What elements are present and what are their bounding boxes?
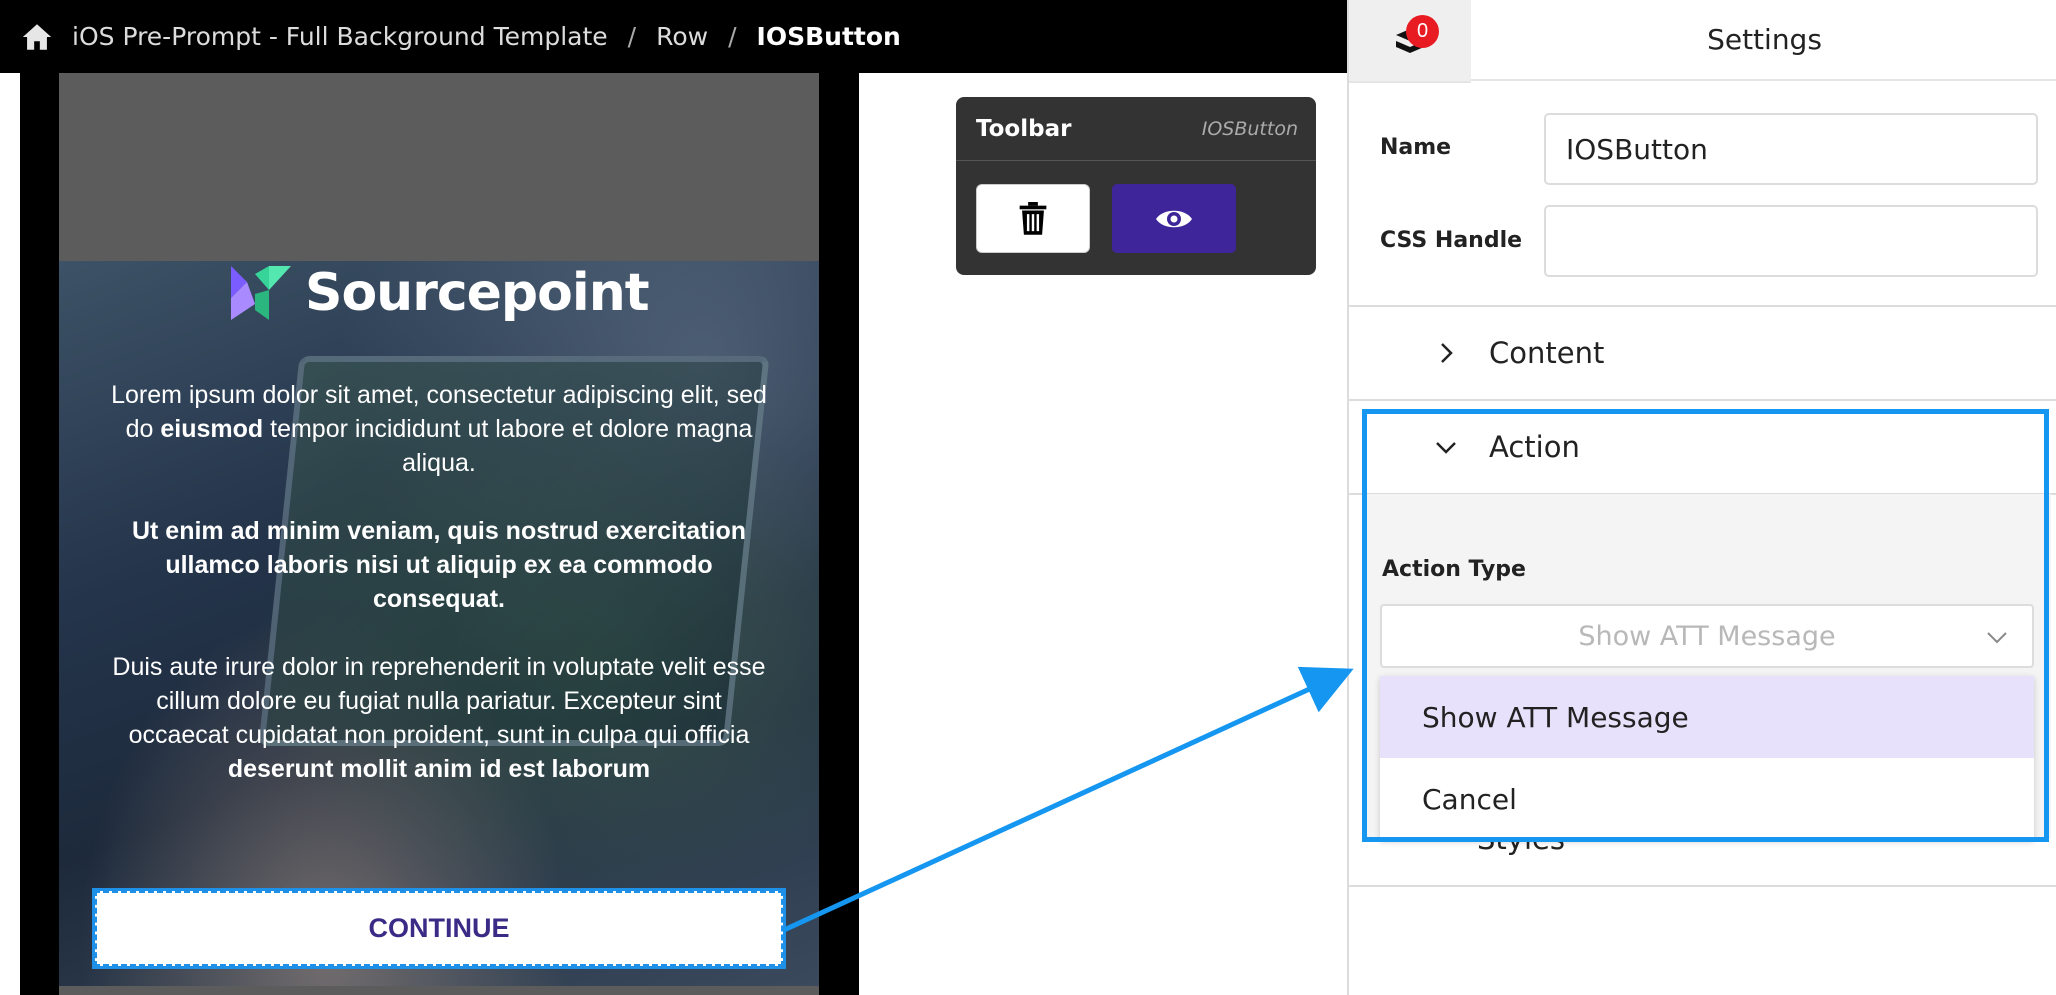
delete-button[interactable] (976, 184, 1090, 253)
breadcrumb-item-template[interactable]: iOS Pre-Prompt - Full Background Templat… (72, 22, 608, 51)
name-label: Name (1380, 135, 1452, 160)
body-paragraph-3: Duis aute irure dolor in reprehenderit i… (109, 650, 769, 786)
section-content-label: Content (1489, 336, 1605, 370)
section-action-label: Action (1489, 430, 1580, 464)
home-icon[interactable] (20, 20, 54, 54)
eye-icon (1156, 210, 1192, 227)
paragraph-1-text-end: tempor incididunt ut labore et dolore ma… (263, 415, 753, 477)
css-handle-label: CSS Handle (1380, 228, 1523, 253)
toolbar-title: Toolbar (976, 115, 1072, 142)
panel-title: Settings (1471, 0, 2056, 81)
chevron-right-icon (1431, 338, 1461, 368)
element-toolbar: Toolbar IOSButton (956, 97, 1316, 275)
paragraph-3-text: Duis aute irure dolor in reprehenderit i… (112, 653, 766, 749)
toolbar-selected-element: IOSButton (1201, 117, 1298, 140)
preview-button[interactable] (1112, 184, 1236, 253)
tab-divider (1349, 81, 1471, 83)
toolbar-header: Toolbar IOSButton (956, 97, 1316, 161)
dropdown-option-show-att[interactable]: Show ATT Message (1380, 676, 2034, 758)
phone-bottom-strip (59, 986, 819, 995)
action-type-dropdown: Show ATT Message Cancel (1380, 676, 2034, 840)
section-content[interactable]: Content (1349, 307, 2056, 399)
components-tab[interactable]: 0 (1349, 0, 1471, 81)
notification-badge: 0 (1406, 15, 1439, 48)
breadcrumb-item-row[interactable]: Row (656, 22, 708, 51)
sourcepoint-logo-icon (231, 266, 291, 320)
dropdown-option-cancel[interactable]: Cancel (1380, 758, 2034, 840)
logo-wordmark: Sourcepoint (305, 263, 650, 323)
divider (1349, 885, 2056, 887)
trash-icon (1019, 201, 1047, 235)
breadcrumb: iOS Pre-Prompt - Full Background Templat… (0, 0, 1347, 73)
sourcepoint-logo: Sourcepoint (229, 261, 669, 325)
continue-button[interactable]: CONTINUE (92, 888, 786, 969)
breadcrumb-item-current: IOSButton (756, 22, 901, 51)
action-type-select[interactable]: Show ATT Message (1380, 604, 2034, 668)
action-type-label: Action Type (1382, 557, 1526, 582)
phone-status-area (59, 73, 819, 261)
settings-panel: 0 Settings Name IOSButton CSS Handle Con… (1347, 0, 2056, 995)
name-input[interactable]: IOSButton (1544, 113, 2038, 185)
breadcrumb-separator: / (728, 22, 737, 51)
paragraph-1-bold: eiusmod (160, 415, 264, 443)
chevron-down-icon (1987, 632, 2007, 644)
section-action[interactable]: Action (1349, 401, 2056, 493)
body-paragraph-1: Lorem ipsum dolor sit amet, consectetur … (109, 378, 769, 480)
action-type-selected-value: Show ATT Message (1578, 620, 1836, 652)
chevron-down-icon (1431, 432, 1461, 462)
css-handle-input[interactable] (1544, 205, 2038, 277)
breadcrumb-separator: / (627, 22, 637, 51)
body-paragraph-2: Ut enim ad minim veniam, quis nostrud ex… (131, 517, 746, 613)
paragraph-3-bold: deserunt mollit anim id est laborum (227, 755, 651, 783)
message-preview: Sourcepoint Lorem ipsum dolor sit amet, … (59, 261, 819, 986)
